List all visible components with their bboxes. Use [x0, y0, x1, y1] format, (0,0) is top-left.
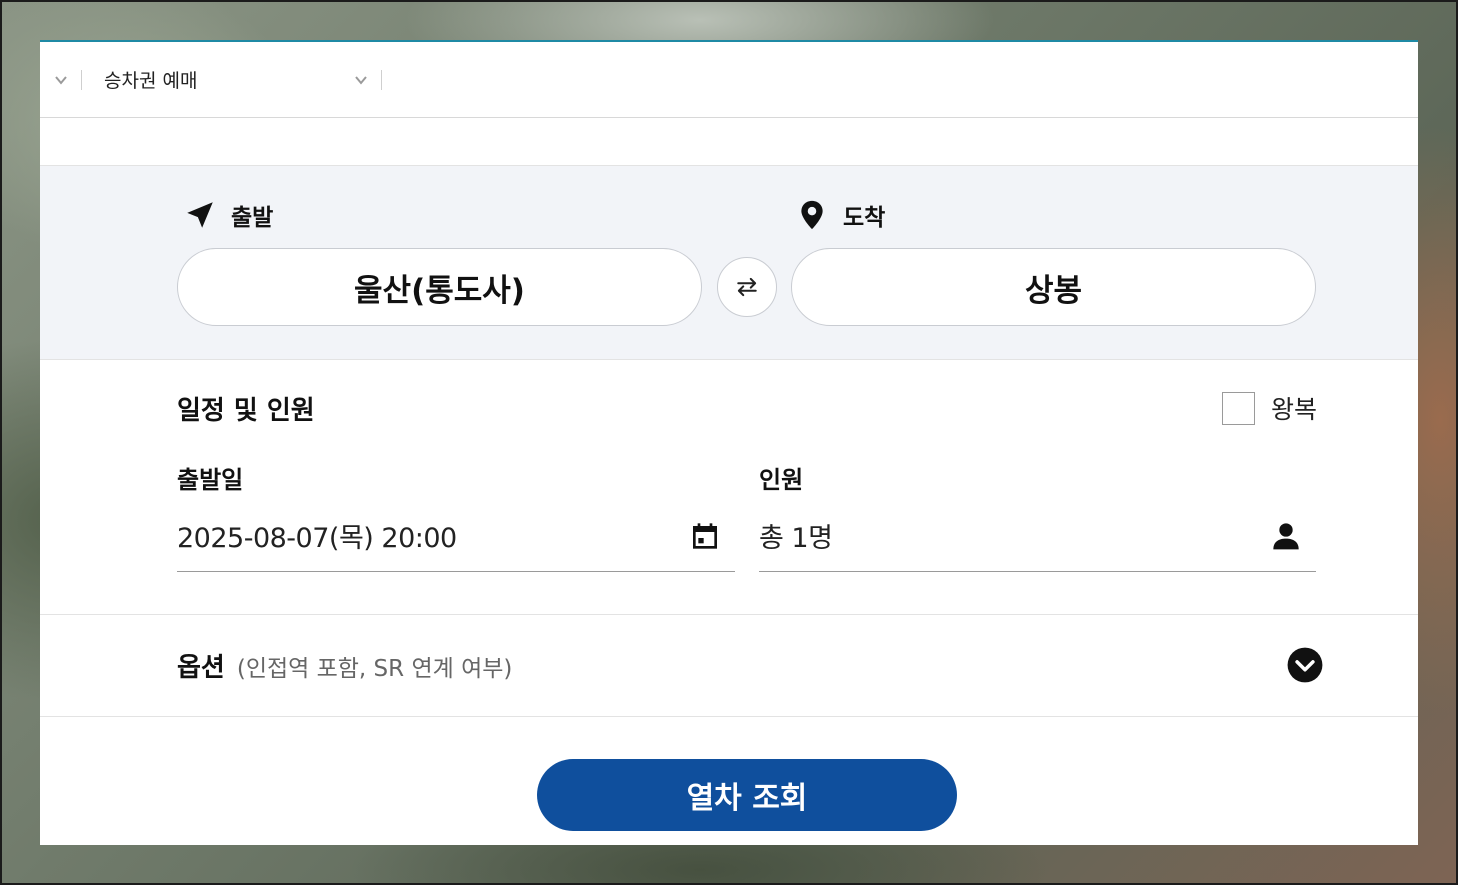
search-area: 열차 조회 — [40, 717, 1418, 843]
options-subtitle: (인접역 포함, SR 연계 여부) — [236, 655, 513, 682]
departure-label: 출발 — [183, 198, 273, 232]
roundtrip-checkbox[interactable] — [1221, 391, 1255, 425]
departure-label-text: 출발 — [231, 205, 274, 231]
arrival-label: 도착 — [795, 198, 885, 232]
person-icon[interactable] — [1270, 520, 1302, 552]
options-section[interactable]: 옵션 (인접역 포함, SR 연계 여부) — [40, 615, 1418, 717]
map-pin-icon — [801, 200, 823, 230]
schedule-title: 일정 및 인원 — [177, 396, 315, 426]
passengers-field[interactable]: 총 1명 — [759, 500, 1316, 572]
search-trains-button[interactable]: 열차 조회 — [537, 759, 957, 831]
spacer — [40, 118, 1418, 166]
breadcrumb-home[interactable] — [40, 42, 82, 117]
chevron-down-icon — [355, 75, 367, 85]
date-label: 출발일 — [177, 466, 244, 494]
navigation-arrow-icon — [187, 202, 213, 228]
swap-stations-button[interactable] — [717, 257, 777, 317]
station-section: 출발 도착 울산(통도사) 상봉 — [40, 166, 1418, 360]
arrival-station-button[interactable]: 상봉 — [791, 248, 1316, 326]
swap-icon — [737, 277, 757, 297]
breadcrumb-item-ticket[interactable]: 승차권 예매 — [82, 42, 382, 117]
roundtrip-label: 왕복 — [1270, 395, 1317, 424]
breadcrumb: 승차권 예매 — [40, 42, 1418, 118]
calendar-icon[interactable] — [689, 520, 721, 552]
date-field[interactable]: 2025-08-07(목) 20:00 — [177, 500, 735, 572]
roundtrip-toggle[interactable]: 왕복 — [1221, 390, 1317, 426]
chevron-down-circle-icon[interactable] — [1286, 646, 1324, 684]
booking-card: 승차권 예매 출발 도착 울산(통도사) 상봉 일정 및 인원 왕복 출발일 인… — [40, 40, 1418, 845]
options-title: 옵션 — [177, 653, 225, 683]
chevron-down-icon — [55, 75, 67, 85]
breadcrumb-item-label: 승차권 예매 — [104, 70, 198, 92]
passengers-label: 인원 — [759, 466, 804, 494]
passengers-value: 총 1명 — [759, 523, 833, 554]
schedule-section: 일정 및 인원 왕복 출발일 인원 2025-08-07(목) 20:00 총 … — [40, 360, 1418, 615]
date-value: 2025-08-07(목) 20:00 — [177, 523, 457, 554]
departure-station-button[interactable]: 울산(통도사) — [177, 248, 702, 326]
arrival-label-text: 도착 — [843, 205, 886, 231]
